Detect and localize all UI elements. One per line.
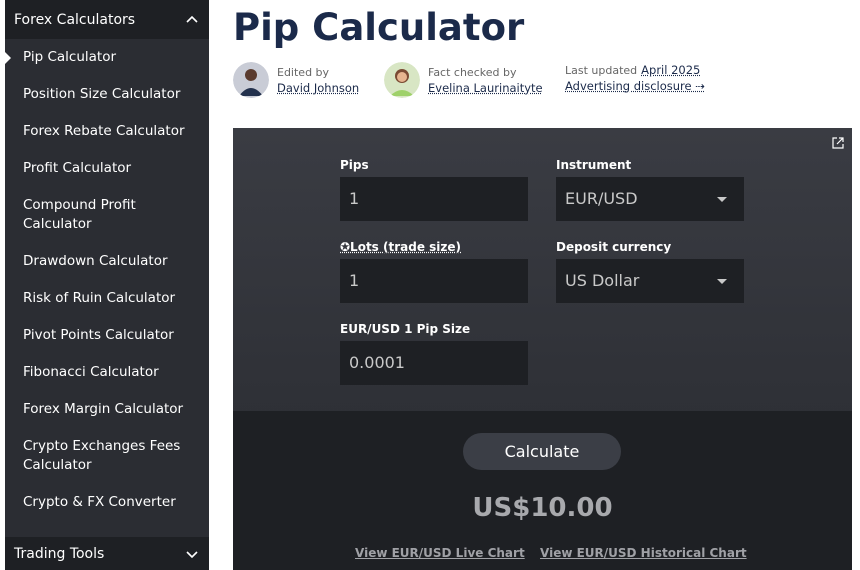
sidebar-item-label: Profit Calculator: [23, 160, 132, 176]
deposit-currency-value: US Dollar: [565, 271, 640, 290]
sidebar-section-forex-calculators[interactable]: Forex Calculators: [5, 0, 209, 39]
sidebar-item-label: Pip Calculator: [23, 49, 117, 65]
sidebar-item-label: Fibonacci Calculator: [23, 364, 159, 380]
fact-checker-avatar: [384, 62, 420, 98]
sidebar-item-label: Risk of Ruin Calculator: [23, 290, 176, 306]
sidebar-section-label: Trading Tools: [14, 545, 105, 562]
fact-checker-name-link[interactable]: Evelina Laurinaityte: [428, 80, 543, 96]
deposit-currency-field: Deposit currency US Dollar: [556, 240, 744, 303]
dropdown-arrow-icon: [717, 196, 727, 202]
sidebar-item-label: Pivot Points Calculator: [23, 327, 174, 343]
pips-value: 1: [349, 189, 360, 208]
last-updated-row: Last updated April 2025: [565, 62, 705, 78]
calculate-button[interactable]: Calculate: [463, 433, 621, 470]
sidebar-item-label: Compound Profit Calculator: [23, 197, 136, 232]
pips-field: Pips 1: [340, 158, 528, 221]
live-chart-link[interactable]: View EUR/USD Live Chart: [355, 546, 525, 560]
pip-calculator-widget: Pips 1 Instrument EUR/USD ✪Lots (trade s…: [233, 128, 852, 570]
fact-checker-byline: Fact checked by Evelina Laurinaityte: [384, 62, 543, 98]
sidebar-item-compound-profit-calculator[interactable]: Compound Profit Calculator: [5, 187, 209, 243]
pip-size-label: EUR/USD 1 Pip Size: [340, 322, 471, 336]
pips-input[interactable]: 1: [340, 177, 528, 221]
deposit-currency-label: Deposit currency: [556, 240, 672, 254]
sidebar-item-label: Drawdown Calculator: [23, 253, 168, 269]
last-updated-date[interactable]: April 2025: [641, 62, 700, 78]
lots-field: ✪Lots (trade size) 1: [340, 240, 528, 303]
result-value: US$10.00: [472, 493, 613, 523]
historical-chart-link[interactable]: View EUR/USD Historical Chart: [540, 546, 747, 560]
instrument-label: Instrument: [556, 158, 632, 172]
pip-size-value: 0.0001: [349, 353, 405, 372]
pip-size-input[interactable]: 0.0001: [340, 341, 528, 385]
sidebar-item-crypto-exchanges-fees-calculator[interactable]: Crypto Exchanges Fees Calculator: [5, 428, 209, 484]
sidebar-item-label: Crypto Exchanges Fees Calculator: [23, 438, 181, 473]
lots-value: 1: [349, 271, 360, 290]
sidebar-section-trading-tools[interactable]: Trading Tools: [5, 537, 209, 570]
editor-info: Edited by David Johnson: [277, 65, 359, 96]
sidebar-item-forex-rebate-calculator[interactable]: Forex Rebate Calculator: [5, 113, 209, 150]
update-info: Last updated April 2025 Advertising disc…: [565, 62, 705, 94]
sidebar-item-label: Position Size Calculator: [23, 86, 181, 102]
sidebar-item-label: Forex Rebate Calculator: [23, 123, 185, 139]
dropdown-arrow-icon: [717, 278, 727, 284]
sidebar-list: Pip Calculator Position Size Calculator …: [5, 39, 209, 521]
sidebar-item-fibonacci-calculator[interactable]: Fibonacci Calculator: [5, 354, 209, 391]
pip-size-field: EUR/USD 1 Pip Size 0.0001: [340, 322, 528, 385]
fact-checker-info: Fact checked by Evelina Laurinaityte: [428, 65, 543, 96]
sidebar: Forex Calculators Pip Calculator Positio…: [5, 0, 209, 570]
sidebar-section-label: Forex Calculators: [14, 11, 136, 28]
sidebar-item-pivot-points-calculator[interactable]: Pivot Points Calculator: [5, 317, 209, 354]
editor-label: Edited by: [277, 65, 330, 79]
editor-name-link[interactable]: David Johnson: [277, 80, 359, 96]
update-info-text: Last updated April 2025 Advertising disc…: [565, 62, 705, 94]
pips-label: Pips: [340, 158, 369, 172]
instrument-field: Instrument EUR/USD: [556, 158, 744, 221]
sidebar-item-position-size-calculator[interactable]: Position Size Calculator: [5, 76, 209, 113]
sidebar-item-profit-calculator[interactable]: Profit Calculator: [5, 150, 209, 187]
sidebar-item-crypto-fx-converter[interactable]: Crypto & FX Converter: [5, 484, 209, 521]
last-updated-label: Last updated: [565, 64, 638, 77]
sidebar-item-pip-calculator[interactable]: Pip Calculator: [5, 39, 209, 76]
lots-input[interactable]: 1: [340, 259, 528, 303]
editor-byline: Edited by David Johnson: [233, 62, 359, 98]
external-link-icon[interactable]: [832, 137, 844, 149]
sidebar-item-label: Crypto & FX Converter: [23, 494, 176, 510]
instrument-select[interactable]: EUR/USD: [556, 177, 744, 221]
advertising-disclosure-link[interactable]: Advertising disclosure ⇢: [565, 78, 705, 94]
chevron-down-icon: [186, 550, 198, 558]
lots-label: ✪Lots (trade size): [340, 240, 462, 254]
sidebar-item-drawdown-calculator[interactable]: Drawdown Calculator: [5, 243, 209, 280]
sidebar-item-forex-margin-calculator[interactable]: Forex Margin Calculator: [5, 391, 209, 428]
fact-checker-label: Fact checked by: [428, 65, 517, 79]
deposit-currency-select[interactable]: US Dollar: [556, 259, 744, 303]
editor-avatar: [233, 62, 269, 98]
sidebar-item-label: Forex Margin Calculator: [23, 401, 184, 417]
chevron-up-icon: [186, 15, 198, 23]
page-title: Pip Calculator: [233, 6, 525, 49]
sidebar-item-risk-of-ruin-calculator[interactable]: Risk of Ruin Calculator: [5, 280, 209, 317]
instrument-value: EUR/USD: [565, 189, 638, 208]
